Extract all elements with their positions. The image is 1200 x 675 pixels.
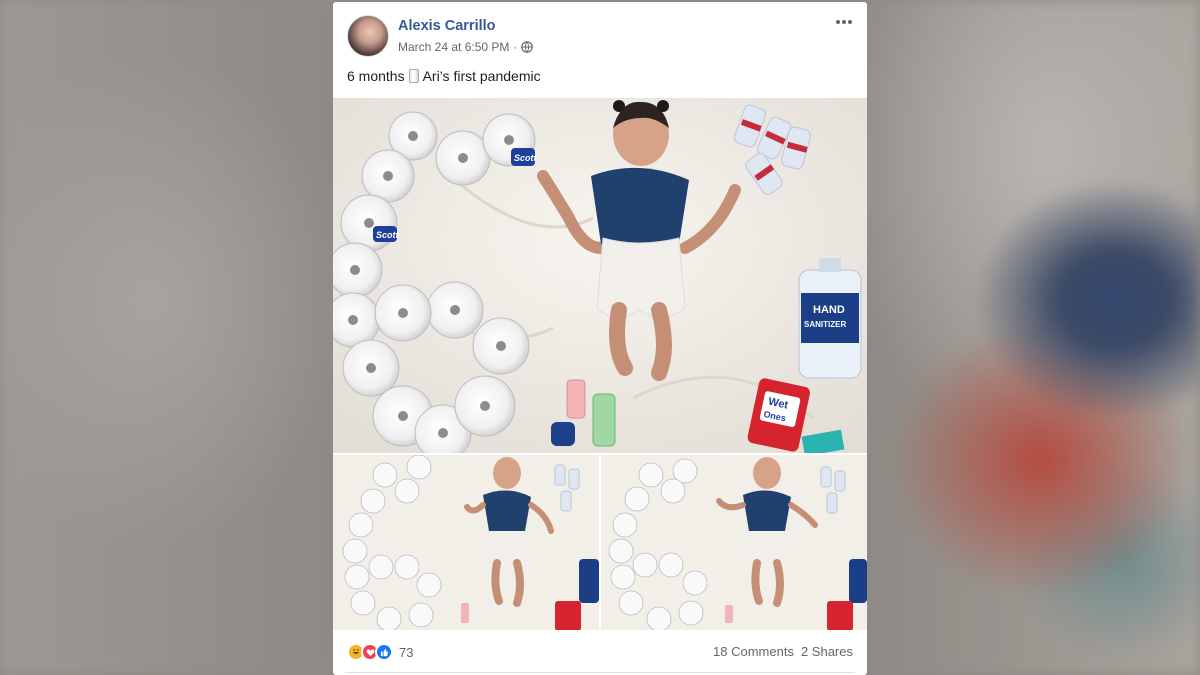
post-footer: 73 18 Comments 2 Shares [333,630,867,675]
post-caption: 6 months Ari’s first pandemic [347,68,541,84]
timestamp[interactable]: March 24 at 6:50 PM [398,40,509,54]
footer-divider [345,672,855,673]
facebook-post: Alexis Carrillo March 24 at 6:50 PM · 6 … [333,2,867,675]
post-photo-thumbnail-2[interactable] [601,455,867,630]
engagement-stats: 18 Comments 2 Shares [713,644,853,659]
scott-label-2: Scott [376,230,400,240]
caption-text-end: Ari’s first pandemic [422,68,541,84]
caption-text-start: 6 months [347,68,405,84]
more-dot-icon [848,20,852,24]
sanitizer-label: SANITIZER [804,320,846,329]
more-dot-icon [836,20,840,24]
shares-count[interactable]: 2 Shares [801,644,853,659]
globe-icon[interactable] [521,41,534,53]
scott-label-1: Scott [514,153,538,163]
reactions-summary[interactable]: 73 [347,643,413,661]
reaction-count[interactable]: 73 [399,645,413,660]
hand-label: HAND [813,304,845,316]
more-dot-icon [842,20,846,24]
meta-separator: · [513,40,518,54]
like-icon [375,643,393,661]
post-photo-main[interactable]: Scott Scott HAND SANITIZER Wet Ones [333,98,867,453]
post-header: Alexis Carrillo March 24 at 6:50 PM · 6 … [333,2,867,98]
comments-count[interactable]: 18 Comments [713,644,794,659]
post-photo-thumbnail-1[interactable] [333,455,599,630]
avatar[interactable] [347,15,389,57]
author-name[interactable]: Alexis Carrillo [398,18,496,34]
more-options-button[interactable] [833,12,855,32]
post-meta: March 24 at 6:50 PM · [398,40,534,54]
toilet-paper-icon [408,69,419,83]
